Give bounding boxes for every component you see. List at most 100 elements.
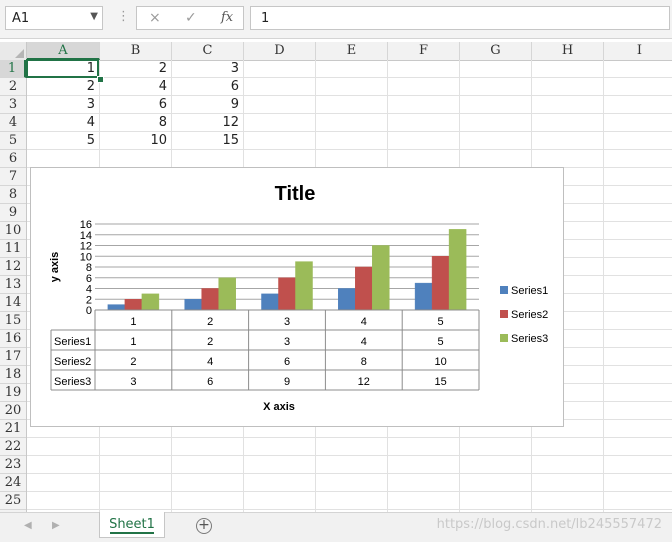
row-header-18[interactable]: 18 bbox=[0, 366, 26, 384]
chart[interactable]: Title 0 2 4 6 8 10 12 14 16 y axis 1 2 3 4 5 Series1 1 2 3 4… bbox=[30, 167, 564, 427]
y-tick-label: 0 bbox=[86, 305, 92, 317]
bar-series1-5 bbox=[414, 282, 433, 311]
legend-label: Series2 bbox=[511, 309, 548, 321]
cell-b5[interactable]: 10 bbox=[100, 132, 167, 150]
column-header-g[interactable]: G bbox=[460, 42, 532, 60]
row-header-14[interactable]: 14 bbox=[0, 294, 26, 312]
cancel-icon[interactable]: × bbox=[149, 10, 161, 26]
grid-line bbox=[27, 455, 672, 456]
column-header-a[interactable]: A bbox=[27, 42, 100, 60]
row-header-12[interactable]: 12 bbox=[0, 258, 26, 276]
row-header-16[interactable]: 16 bbox=[0, 330, 26, 348]
row-header-1[interactable]: 1 bbox=[0, 60, 26, 78]
row-header-20[interactable]: 20 bbox=[0, 402, 26, 420]
bar-series3-5 bbox=[448, 229, 467, 311]
name-box[interactable]: A1 ▼ bbox=[5, 6, 103, 30]
data-label: 4 bbox=[361, 336, 367, 348]
row-header-6[interactable]: 6 bbox=[0, 150, 26, 168]
grid-line bbox=[603, 60, 604, 512]
cell-b3[interactable]: 6 bbox=[100, 96, 167, 114]
data-label: 6 bbox=[284, 356, 290, 368]
row-header-9[interactable]: 9 bbox=[0, 204, 26, 222]
enter-icon[interactable]: ✓ bbox=[185, 10, 197, 26]
row-header-22[interactable]: 22 bbox=[0, 438, 26, 456]
row-header-17[interactable]: 17 bbox=[0, 348, 26, 366]
insert-function-icon[interactable]: fx bbox=[221, 10, 233, 25]
formula-input[interactable]: 1 bbox=[250, 6, 670, 30]
row-header-23[interactable]: 23 bbox=[0, 456, 26, 474]
legend-swatch-series1 bbox=[500, 286, 508, 294]
column-header-b[interactable]: B bbox=[100, 42, 172, 60]
cell-a4[interactable]: 4 bbox=[27, 114, 95, 132]
scroll-left-icon[interactable]: ◀ bbox=[24, 520, 32, 531]
formula-value: 1 bbox=[261, 11, 270, 26]
grid-line bbox=[27, 437, 672, 438]
bar-series2-1 bbox=[124, 299, 143, 311]
cell-a3[interactable]: 3 bbox=[27, 96, 95, 114]
bar-series3-3 bbox=[295, 261, 313, 311]
grid-line bbox=[27, 473, 672, 474]
cell-c2[interactable]: 6 bbox=[172, 78, 239, 96]
y-tick-label: 10 bbox=[80, 251, 92, 263]
data-label: 15 bbox=[434, 376, 446, 388]
row-header-7[interactable]: 7 bbox=[0, 168, 26, 186]
row-header-21[interactable]: 21 bbox=[0, 420, 26, 438]
cell-c5[interactable]: 15 bbox=[172, 132, 239, 150]
y-tick-label: 16 bbox=[80, 219, 92, 231]
x-axis-label: X axis bbox=[263, 401, 295, 413]
cell-c3[interactable]: 9 bbox=[172, 96, 239, 114]
column-header-i[interactable]: I bbox=[604, 42, 672, 60]
data-label: 4 bbox=[207, 356, 213, 368]
legend-label: Series3 bbox=[511, 333, 548, 345]
legend-swatch-series3 bbox=[500, 334, 508, 342]
cell-b4[interactable]: 8 bbox=[100, 114, 167, 132]
row-header-13[interactable]: 13 bbox=[0, 276, 26, 294]
row-header-5[interactable]: 5 bbox=[0, 132, 26, 150]
fill-handle[interactable] bbox=[97, 76, 104, 83]
row-header-15[interactable]: 15 bbox=[0, 312, 26, 330]
select-all-button[interactable] bbox=[0, 42, 27, 60]
row-header-4[interactable]: 4 bbox=[0, 114, 26, 132]
bar-series2-3 bbox=[278, 277, 296, 311]
row-header-10[interactable]: 10 bbox=[0, 222, 26, 240]
row-header-8[interactable]: 8 bbox=[0, 186, 26, 204]
cell-a5[interactable]: 5 bbox=[27, 132, 95, 150]
row-header-11[interactable]: 11 bbox=[0, 240, 26, 258]
data-label: 3 bbox=[284, 336, 290, 348]
legend-label: Series1 bbox=[511, 285, 548, 297]
row-header-2[interactable]: 2 bbox=[0, 78, 26, 96]
add-sheet-icon[interactable]: + bbox=[196, 518, 212, 534]
data-label: 2 bbox=[130, 356, 136, 368]
sheet-tab[interactable]: Sheet1 bbox=[99, 512, 165, 538]
column-header-h[interactable]: H bbox=[532, 42, 604, 60]
row-headers: 1 2 3 4 5 6 7 8 9 10 11 12 13 14 15 16 17 18 19 20 21 22 23 24 2… bbox=[0, 60, 27, 512]
row-header-24[interactable]: 24 bbox=[0, 474, 26, 492]
cell-b1[interactable]: 2 bbox=[100, 60, 167, 78]
x-tick-label: 1 bbox=[130, 316, 136, 328]
column-header-e[interactable]: E bbox=[316, 42, 388, 60]
bar-series1-1 bbox=[107, 304, 126, 311]
legend-swatch-series2 bbox=[500, 310, 508, 318]
column-header-c[interactable]: C bbox=[172, 42, 244, 60]
row-header-3[interactable]: 3 bbox=[0, 96, 26, 114]
name-box-value: A1 bbox=[12, 11, 30, 26]
cell-c1[interactable]: 3 bbox=[172, 60, 239, 78]
row-header-25[interactable]: 25 bbox=[0, 492, 26, 510]
column-header-d[interactable]: D bbox=[244, 42, 316, 60]
cell-b2[interactable]: 4 bbox=[100, 78, 167, 96]
y-tick-label: 8 bbox=[86, 262, 92, 274]
chevron-down-icon[interactable]: ▼ bbox=[90, 11, 98, 22]
data-label: 8 bbox=[361, 356, 367, 368]
cell-c4[interactable]: 12 bbox=[172, 114, 239, 132]
data-label: 10 bbox=[434, 356, 446, 368]
data-label: 9 bbox=[284, 376, 290, 388]
scroll-right-icon[interactable]: ▶ bbox=[52, 520, 60, 531]
row-header-19[interactable]: 19 bbox=[0, 384, 26, 402]
bar-series2-2 bbox=[201, 288, 219, 311]
cell-a2[interactable]: 2 bbox=[27, 78, 95, 96]
data-label: 12 bbox=[358, 376, 370, 388]
drag-handle-icon[interactable]: ⋮ bbox=[117, 9, 130, 24]
y-tick-label: 2 bbox=[86, 294, 92, 306]
column-header-f[interactable]: F bbox=[388, 42, 460, 60]
selected-cell-border bbox=[26, 59, 99, 78]
